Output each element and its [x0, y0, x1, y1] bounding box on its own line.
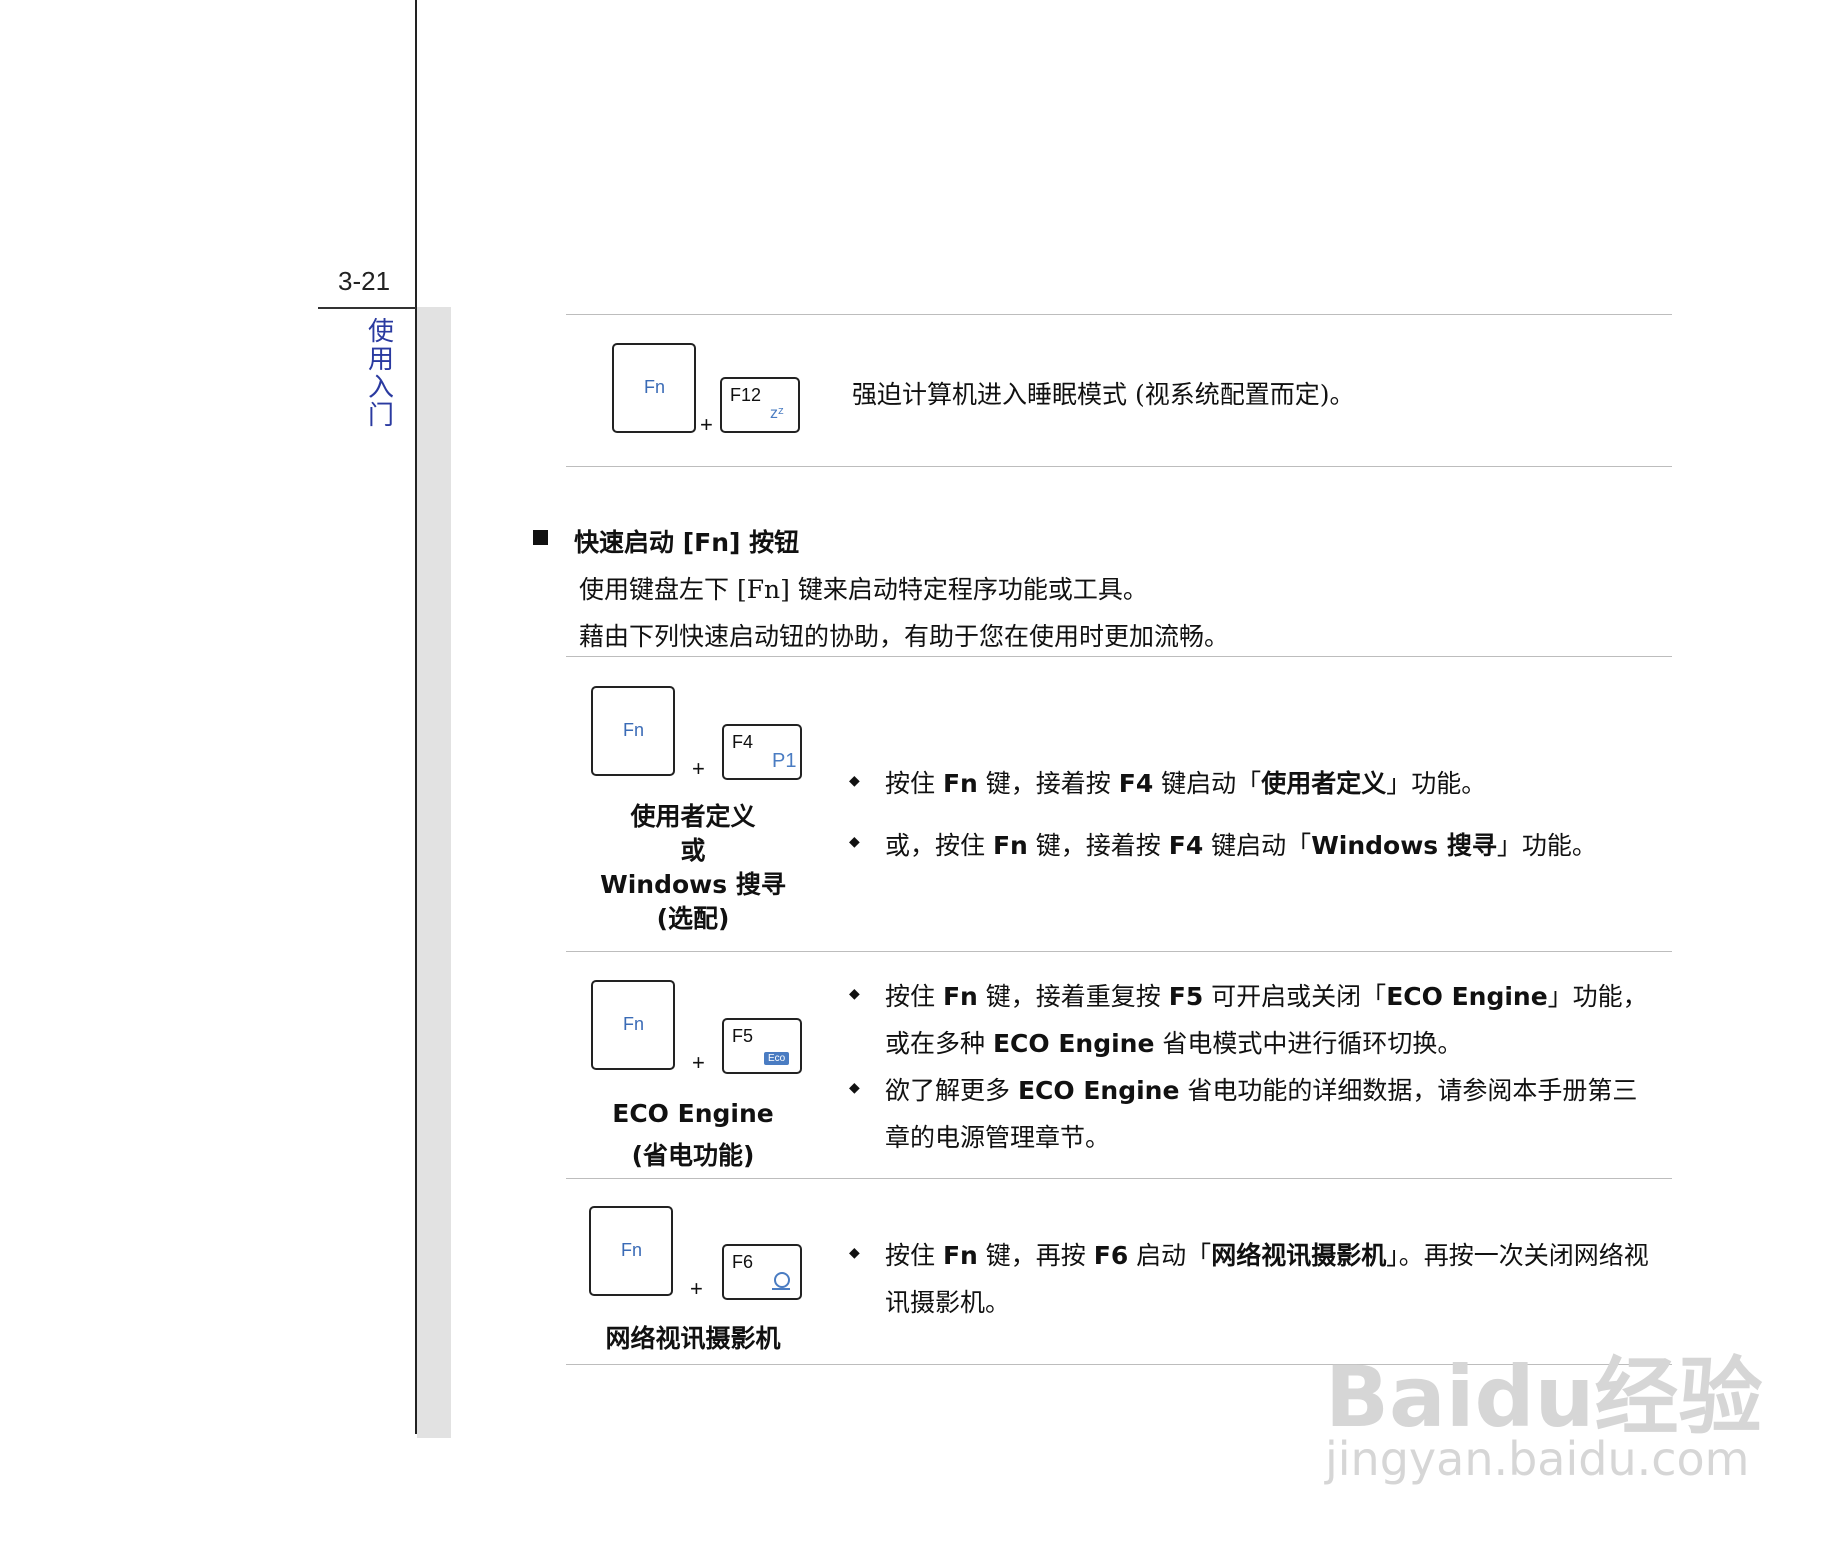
f5-bullet-2-line-1: 欲了解更多 ECO Engine 省电功能的详细数据，请参阅本手册第三: [885, 1076, 1638, 1105]
fn-key: Fn: [589, 1206, 673, 1296]
f4-key: F4 P1: [722, 724, 802, 780]
f4-bullet-2: 或，按住 Fn 键，接着按 F4 键启动「Windows 搜寻」功能。: [885, 831, 1597, 860]
f5-bullet-1-line-1: 按住 Fn 键，接着重复按 F5 可开启或关闭「ECO Engine」功能，: [885, 982, 1648, 1011]
f12-description: 强迫计算机进入睡眠模式 (视系统配置而定)。: [852, 380, 1355, 409]
diamond-bullet-icon: ◆: [849, 834, 860, 850]
f5-caption: ECO Engine (省电功能): [612, 1099, 774, 1170]
chapter-tab-strip: [417, 307, 451, 1438]
f12-key: F12 zᶻ: [720, 377, 800, 433]
f6-bullet-1-line-1: 按住 Fn 键，再按 F6 启动「网络视讯摄影机」。再按一次关闭网络视: [885, 1241, 1649, 1270]
f6-caption: 网络视讯摄影机: [605, 1324, 781, 1353]
plus-sign: +: [692, 1050, 705, 1075]
table-rule-top: [566, 314, 1672, 315]
margin-horizontal-rule: [318, 307, 416, 309]
section-bullet: [533, 530, 548, 545]
page-number: 3-21: [338, 266, 391, 296]
section-intro-2: 藉由下列快速启动钮的协助，有助于您在使用时更加流畅。: [579, 622, 1230, 651]
diamond-bullet-icon: ◆: [849, 1245, 860, 1261]
f5-bullet-2-line-2: 章的电源管理章节。: [885, 1123, 1111, 1152]
fn-key: Fn: [591, 686, 675, 776]
plus-sign: +: [692, 756, 705, 781]
webcam-base-icon: [772, 1288, 790, 1290]
webcam-icon: [774, 1272, 790, 1288]
section-intro-1: 使用键盘左下 [Fn] 键来启动特定程序功能或工具。: [579, 575, 1148, 604]
p1-icon: P1: [772, 750, 797, 772]
eco-icon: Eco: [764, 1052, 790, 1065]
f4-bullet-1: 按住 Fn 键，接着按 F4 键启动「使用者定义」功能。: [885, 769, 1487, 798]
sleep-icon: zᶻ: [770, 405, 784, 422]
table-rule: [566, 1178, 1672, 1179]
f6-bullet-1-line-2: 讯摄影机。: [885, 1288, 1011, 1317]
fn-key: Fn: [591, 980, 675, 1070]
plus-sign: +: [700, 412, 713, 437]
table-rule: [566, 656, 1672, 657]
section-title: 快速启动 [Fn] 按钮: [574, 528, 800, 557]
plus-sign: +: [690, 1276, 703, 1301]
f5-key: F5 Eco: [722, 1018, 802, 1074]
table-rule: [566, 466, 1672, 467]
f5-bullet-1-line-2: 或在多种 ECO Engine 省电模式中进行循环切换。: [885, 1029, 1463, 1058]
diamond-bullet-icon: ◆: [849, 773, 860, 789]
f6-key: F6: [722, 1244, 802, 1300]
watermark-url: jingyan.baidu.com: [1325, 1432, 1750, 1486]
f4-caption: 使用者定义 或 Windows 搜寻 (选配): [600, 802, 786, 933]
table-rule: [566, 951, 1672, 952]
fn-key: Fn: [612, 343, 696, 433]
diamond-bullet-icon: ◆: [849, 1080, 860, 1096]
chapter-title: 使用入门: [367, 317, 394, 431]
diamond-bullet-icon: ◆: [849, 986, 860, 1002]
